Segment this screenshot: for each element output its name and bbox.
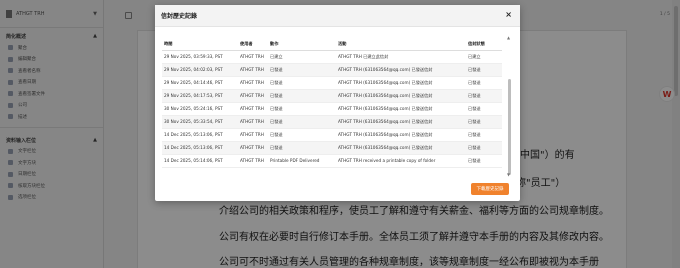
table-cell: 29 Nov 2025, 03:59:33, PST: [162, 50, 238, 64]
table-row: 30 Nov 2025, 05:33:54, PST ATHGT TRH 已發送 AT…: [162, 115, 502, 129]
table-row: 29 Nov 2025, 03:59:33, PST ATHGT TRH 已建立 AT…: [162, 50, 502, 64]
table-cell: 已發送: [466, 154, 502, 168]
table-cell: 29 Nov 2025, 04:02:03, PST: [162, 63, 238, 77]
column-header: 使用者: [238, 39, 268, 51]
table-row: 29 Nov 2025, 04:14:46, PST ATHGT TRH 已發送 AT…: [162, 76, 502, 90]
table-row: 29 Nov 2025, 04:02:03, PST ATHGT TRH 已發送 AT…: [162, 63, 502, 77]
table-cell: ATHGT TRH 已建立此信封: [336, 50, 466, 64]
table-cell: ATHGT TRH: [238, 115, 268, 129]
table-cell: ATHGT TRH: [238, 89, 268, 103]
table-cell: ATHGT TRH: [238, 63, 268, 77]
table-cell: 29 Nov 2025, 04:14:46, PST: [162, 76, 238, 90]
table-cell: 已建立: [268, 50, 336, 64]
table-row: 30 Nov 2025, 05:24:16, PST ATHGT TRH 已發送 AT…: [162, 102, 502, 116]
scroll-up-icon[interactable]: ▲: [507, 35, 510, 40]
column-header: 活動: [336, 39, 466, 51]
table-cell: ATHGT TRH: [238, 154, 268, 168]
download-history-button[interactable]: 下載歷史記錄: [471, 183, 509, 195]
table-cell: ATHGT TRH: [238, 50, 268, 64]
table-cell: ATHGT TRH: [238, 76, 268, 90]
table-cell: 已發送: [466, 102, 502, 116]
scroll-down-icon[interactable]: ▼: [507, 172, 510, 177]
table-cell: ATHGT TRH (631063564@qq.com) 已發送信封: [336, 128, 466, 142]
table-cell: 已建立: [466, 50, 502, 64]
table-cell: 已發送: [268, 128, 336, 142]
table-cell: ATHGT TRH: [238, 128, 268, 142]
table-cell: ATHGT TRH (631063564@qq.com) 已發送信封: [336, 63, 466, 77]
table-cell: 已發送: [268, 141, 336, 155]
table-cell: 30 Nov 2025, 05:33:54, PST: [162, 115, 238, 129]
table-cell: ATHGT TRH (631063564@qq.com) 已發送信封: [336, 102, 466, 116]
table-cell: 已發送: [466, 128, 502, 142]
table-cell: 已發送: [466, 115, 502, 129]
table-cell: ATHGT TRH (631063564@qq.com) 已發送信封: [336, 76, 466, 90]
table-row: 14 Dec 2025, 05:13:06, PST ATHGT TRH 已發送 AT…: [162, 128, 502, 142]
table-cell: 已發送: [466, 89, 502, 103]
table-cell: ATHGT TRH: [238, 141, 268, 155]
table-cell: 已發送: [268, 63, 336, 77]
table-scrollbar[interactable]: ▲ ▼: [507, 35, 513, 177]
table-cell: 已發送: [466, 63, 502, 77]
table-cell: ATHGT TRH (631063564@qq.com) 已發送信封: [336, 141, 466, 155]
table-cell: 已發送: [268, 89, 336, 103]
table-cell: 已發送: [268, 102, 336, 116]
table-cell: ATHGT TRH (631063564@qq.com) 已發送信封: [336, 89, 466, 103]
table-cell: 已發送: [268, 76, 336, 90]
close-icon[interactable]: ×: [505, 10, 512, 19]
table-cell: 29 Nov 2025, 04:17:53, PST: [162, 89, 238, 103]
column-header: 信封狀態: [466, 39, 502, 51]
history-table: 時間 使用者 動作 活動 信封狀態 29 Nov 2025, 03:59:33, PST…: [162, 39, 508, 179]
table-cell: 已發送: [466, 76, 502, 90]
modal-header: 信封歷史記錄 ×: [155, 5, 520, 27]
table-cell: 14 Dec 2025, 05:14:06, PST: [162, 154, 238, 168]
column-header: 動作: [268, 39, 336, 51]
column-header: 時間: [162, 39, 238, 51]
table-cell: ATHGT TRH received a printable copy of f…: [336, 154, 466, 168]
table-cell: 30 Nov 2025, 05:24:16, PST: [162, 102, 238, 116]
table-cell: ATHGT TRH (631063564@qq.com) 已發送信封: [336, 115, 466, 129]
table-cell: ATHGT TRH: [238, 102, 268, 116]
table-row: 14 Dec 2025, 05:14:06, PST ATHGT TRH Print…: [162, 154, 502, 168]
envelope-history-modal: 信封歷史記錄 × 時間 使用者 動作 活動 信封狀態 29 Nov 2025, 03:5…: [155, 5, 520, 201]
table-row: 29 Nov 2025, 04:17:53, PST ATHGT TRH 已發送 AT…: [162, 89, 502, 103]
table-cell: 已發送: [268, 115, 336, 129]
table-cell: 14 Dec 2025, 05:13:06, PST: [162, 141, 238, 155]
table-cell: Printable PDF Delivered: [268, 154, 336, 168]
table-cell: 已發送: [466, 141, 502, 155]
modal-title: 信封歷史記錄: [161, 13, 198, 20]
table-cell: 14 Dec 2025, 05:13:06, PST: [162, 128, 238, 142]
table-row: 14 Dec 2025, 05:13:06, PST ATHGT TRH 已發送 AT…: [162, 141, 502, 155]
scroll-thumb[interactable]: [508, 79, 511, 175]
